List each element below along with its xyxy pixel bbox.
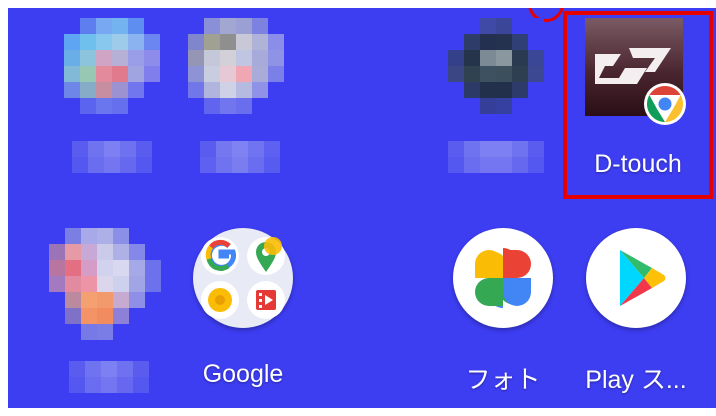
blurred-app-1-icon (64, 18, 160, 114)
photos-pinwheel-icon (453, 228, 553, 328)
blurred-app-2[interactable] (176, 13, 296, 183)
blurred-app-4-icon (49, 228, 161, 340)
blurred-app-2-icon (188, 18, 284, 114)
blurred-app-3[interactable] (432, 13, 562, 183)
blurred-app-4-label (69, 361, 149, 393)
blurred-app-2-label (200, 141, 280, 173)
app-play-store[interactable]: Play ス... (573, 223, 713, 403)
blurred-app-3-icon (448, 18, 544, 114)
app-label: フォト (465, 366, 541, 394)
app-label: Play ス... (585, 366, 687, 394)
google-folder-icon (193, 228, 293, 328)
play-store-icon (586, 228, 686, 328)
app-google-folder[interactable]: Google (173, 223, 313, 403)
blurred-app-1-label (72, 141, 152, 173)
highlight-box (563, 11, 713, 199)
blurred-app-3-label (448, 141, 544, 173)
app-photos[interactable]: フォト (433, 223, 573, 403)
blurred-app-4[interactable] (43, 223, 173, 403)
home-screen: D-touch Google フォト Play ス... (8, 8, 716, 408)
app-label: Google (202, 360, 284, 388)
blurred-app-1[interactable] (48, 13, 168, 183)
